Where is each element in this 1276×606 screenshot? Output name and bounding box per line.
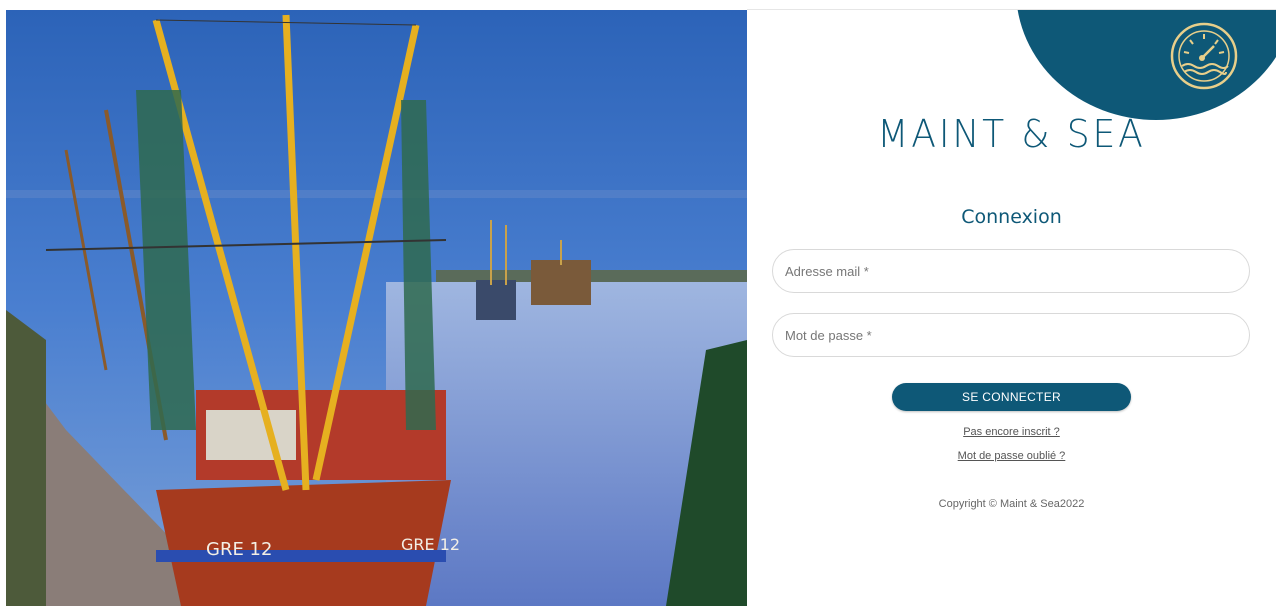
password-input[interactable] xyxy=(773,314,1249,356)
login-panel: MAINT & SEA Connexion SE CONNECTER Pas e… xyxy=(747,10,1276,606)
gauge-waves-icon xyxy=(1170,22,1238,90)
email-input[interactable] xyxy=(773,250,1249,292)
signup-link[interactable]: Pas encore inscrit ? xyxy=(747,426,1276,438)
login-button[interactable]: SE CONNECTER xyxy=(892,383,1131,411)
harbor-photo: GRE 12 GRE 12 xyxy=(6,10,747,606)
boat-label-right: GRE 12 xyxy=(401,535,460,554)
forgot-password-link[interactable]: Mot de passe oublié ? xyxy=(747,450,1276,462)
harbor-photo-illustration: GRE 12 GRE 12 xyxy=(6,10,747,606)
email-field-container xyxy=(772,249,1250,293)
brand-logo-text: MAINT & SEA xyxy=(877,112,1146,156)
login-title: Connexion xyxy=(961,206,1062,228)
login-page: GRE 12 GRE 12 MAINT & SEA Connexion Adre… xyxy=(0,0,1276,606)
password-field-container xyxy=(772,313,1250,357)
boat-label-left: GRE 12 xyxy=(206,539,272,560)
copyright-text: Copyright © Maint & Sea2022 xyxy=(938,498,1085,510)
